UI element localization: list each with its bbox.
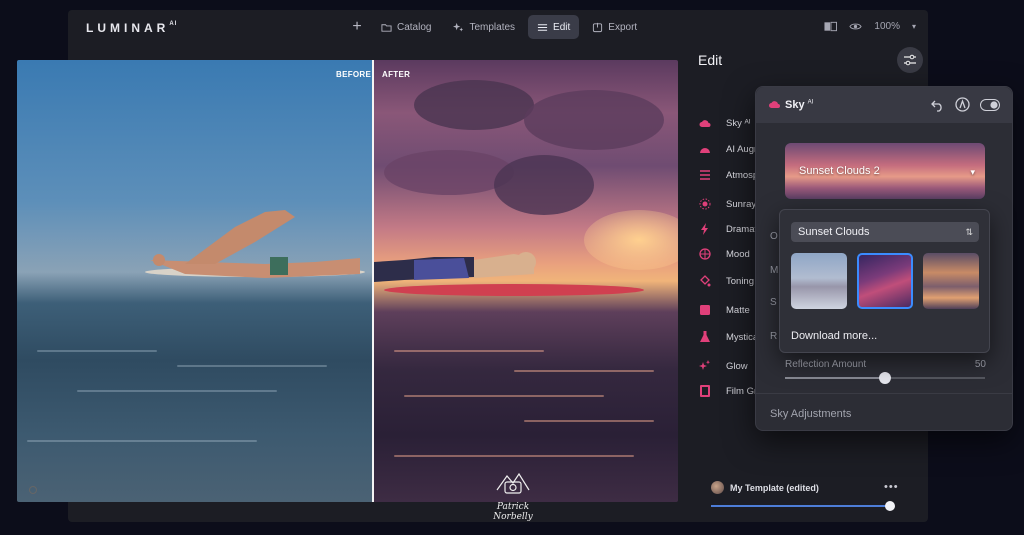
cloud-icon [769, 101, 780, 108]
reflection-slider-fill [785, 377, 885, 379]
visibility-toggle-icon[interactable] [980, 98, 1000, 111]
eye-icon[interactable] [849, 21, 863, 32]
sky-selection-popup: Sunset Clouds ⇅ Download more... [779, 209, 990, 353]
film-icon [699, 385, 711, 397]
camera-mountain-logo [496, 472, 530, 494]
partial-row-r: R [770, 331, 778, 342]
cloud-half-icon [699, 143, 711, 155]
sky-adjustments-section[interactable]: Sky Adjustments [770, 408, 851, 420]
partial-row-o: O [770, 231, 778, 242]
reflection-slider-knob[interactable] [879, 372, 891, 384]
watermark: Patrick Norbelly [477, 470, 549, 522]
download-more-link[interactable]: Download more... [791, 330, 877, 342]
export-icon [593, 22, 603, 32]
info-icon[interactable] [29, 486, 37, 494]
before-label: BEFORE [336, 70, 372, 79]
nav-edit-label: Edit [553, 21, 571, 33]
reflection-amount-value: 50 [974, 359, 986, 370]
bucket-icon [699, 275, 711, 287]
bolt-icon [699, 223, 711, 235]
partial-row-s: S [770, 297, 777, 308]
person-before [145, 210, 365, 278]
template-row[interactable]: My Template (edited) [711, 481, 819, 494]
sun-icon [699, 198, 711, 210]
sparkle-icon [453, 22, 464, 32]
stars-icon [699, 360, 711, 372]
add-photos-button[interactable]: + [346, 15, 368, 39]
edit-panel-title: Edit [698, 52, 723, 68]
sliders-icon [904, 54, 916, 66]
nav-edit[interactable]: Edit [528, 15, 580, 39]
sky-category-value: Sunset Clouds [798, 226, 870, 238]
more-options-button[interactable]: ••• [884, 481, 899, 493]
template-amount-slider[interactable] [711, 505, 891, 507]
nav-catalog-label: Catalog [397, 21, 432, 33]
square-icon [699, 304, 711, 316]
nav-templates[interactable]: Templates [444, 15, 524, 39]
partial-row-m: M [770, 265, 779, 276]
flask-icon [699, 331, 711, 343]
view-controls: 100% ▾ [824, 21, 916, 32]
sky-thumbnail[interactable] [791, 253, 847, 309]
nav-catalog[interactable]: Catalog [372, 15, 440, 39]
cloud-icon [699, 117, 711, 129]
folder-icon [381, 23, 392, 32]
reflection-amount-slider[interactable] [785, 372, 985, 384]
globe-icon [699, 248, 711, 260]
photo-canvas[interactable]: BEFORE AFTER [17, 60, 678, 502]
compare-icon[interactable] [824, 21, 838, 32]
main-nav: + Catalog Templates Edit Export [346, 15, 646, 39]
sky-divider [756, 393, 1012, 394]
nav-export-label: Export [608, 21, 638, 33]
chevron-down-icon[interactable]: ▾ [912, 22, 916, 31]
mask-icon[interactable] [955, 97, 970, 112]
template-amount-knob[interactable] [885, 501, 895, 511]
reflection-amount-label: Reflection Amount [785, 359, 867, 370]
app-logo: LUMINARAI [86, 21, 178, 35]
sky-panel-header: Sky AI [756, 87, 1012, 123]
person-after [374, 252, 644, 296]
chevron-down-icon: ▾ [970, 167, 975, 177]
watermark-text: Patrick Norbelly [493, 502, 533, 522]
before-after-divider[interactable] [372, 60, 374, 502]
nav-templates-label: Templates [469, 21, 516, 33]
updown-chevron-icon: ⇅ [965, 227, 973, 237]
top-bar: LUMINARAI + Catalog Templates Edit Expor… [68, 10, 928, 46]
adjustments-toggle-button[interactable] [897, 47, 923, 73]
nav-export[interactable]: Export [583, 15, 646, 39]
undo-icon[interactable] [931, 98, 945, 112]
sky-thumbnails [791, 253, 979, 309]
sliders-icon [537, 23, 548, 31]
lines-icon [699, 169, 711, 181]
sky-thumbnail[interactable] [923, 253, 979, 309]
after-label: AFTER [382, 70, 411, 79]
sky-selection-dropdown[interactable]: Sunset Clouds 2 ▾ [785, 143, 985, 199]
selected-sky-name: Sunset Clouds 2 [799, 165, 880, 177]
zoom-level[interactable]: 100% [874, 21, 900, 32]
template-name: My Template (edited) [730, 482, 819, 493]
sky-thumbnail-selected[interactable] [857, 253, 913, 309]
sky-category-select[interactable]: Sunset Clouds ⇅ [791, 222, 979, 242]
sky-panel-title: Sky AI [785, 99, 814, 111]
template-avatar [711, 481, 724, 494]
